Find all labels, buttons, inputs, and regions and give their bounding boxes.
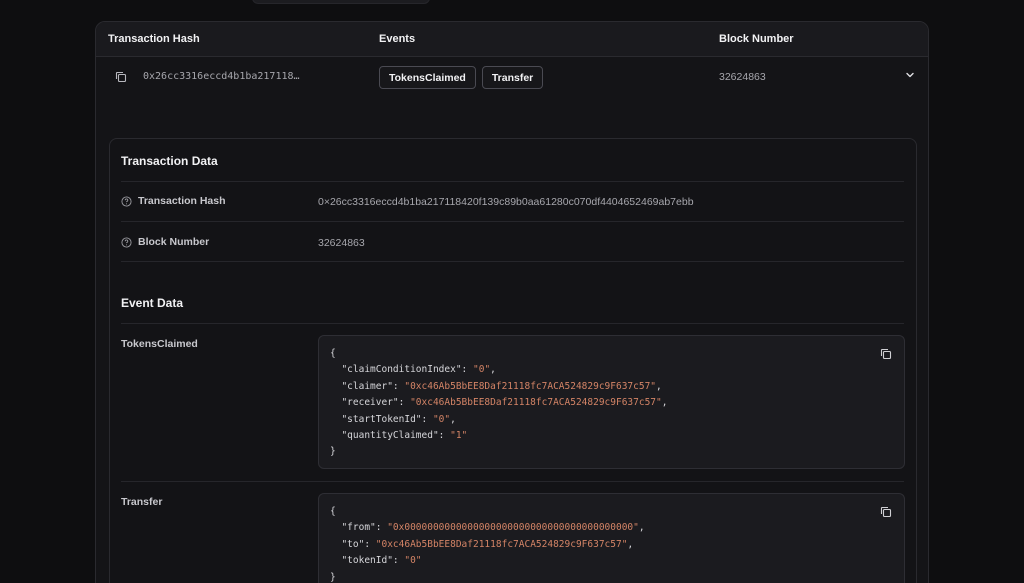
json-value: "0xc46Ab5BbEE8Daf21118fc7ACA524829c9F637… bbox=[375, 538, 628, 550]
event-tag-tokensclaimed[interactable]: TokensClaimed bbox=[379, 66, 476, 89]
json-value: "0" bbox=[432, 413, 451, 425]
json-value: "0" bbox=[404, 555, 422, 567]
transaction-details-panel: Transaction Data Transaction Hash 0×26cc… bbox=[109, 138, 917, 583]
divider bbox=[121, 323, 904, 324]
copy-icon[interactable] bbox=[880, 506, 892, 518]
json-line: "startTokenId": "0", bbox=[330, 413, 456, 425]
json-key: "startTokenId": bbox=[330, 413, 433, 425]
help-circle-icon bbox=[121, 195, 132, 207]
transaction-hash-short: 0x26cc3316eccd4b1ba217118… bbox=[143, 71, 300, 82]
json-value: "0x0000000000000000000000000000000000000… bbox=[387, 522, 639, 534]
json-value: "0xc46Ab5BbEE8Daf21118fc7ACA524829c9F637… bbox=[410, 397, 662, 409]
json-line: "claimConditionIndex": "0", bbox=[330, 364, 496, 376]
json-key: "from": bbox=[330, 522, 388, 534]
json-key: "claimConditionIndex": bbox=[330, 364, 473, 376]
help-circle-icon bbox=[121, 236, 132, 248]
top-input-stub bbox=[252, 0, 430, 4]
column-header-events: Events bbox=[379, 33, 416, 45]
column-header-hash: Transaction Hash bbox=[108, 33, 200, 45]
json-line: "tokenId": "0" bbox=[330, 553, 893, 569]
json-key: "receiver": bbox=[330, 397, 411, 409]
json-value: "0xc46Ab5BbEE8Daf21118fc7ACA524829c9F637… bbox=[404, 380, 657, 392]
json-close-brace: } bbox=[330, 446, 336, 458]
event-json-tokensclaimed: { "claimConditionIndex": "0", "claimer":… bbox=[318, 335, 905, 469]
block-number-value: 32624863 bbox=[318, 237, 365, 249]
json-open-brace: { bbox=[330, 506, 336, 517]
copy-icon[interactable] bbox=[115, 71, 127, 83]
block-number: 32624863 bbox=[719, 71, 766, 83]
table-row[interactable]: 0x26cc3316eccd4b1ba217118… TokensClaimed… bbox=[96, 57, 928, 583]
field-label-block-number: Block Number bbox=[121, 236, 209, 248]
json-key: "tokenId": bbox=[330, 555, 405, 567]
divider bbox=[121, 481, 904, 482]
transaction-data-title: Transaction Data bbox=[121, 154, 218, 168]
json-open-brace: { bbox=[330, 348, 336, 359]
field-label-transaction-hash: Transaction Hash bbox=[121, 195, 226, 207]
divider bbox=[121, 221, 904, 222]
transaction-hash-full: 0×26cc3316eccd4b1ba217118420f139c89b0aa6… bbox=[318, 196, 694, 208]
event-data-title: Event Data bbox=[121, 296, 184, 310]
event-name-transfer: Transfer bbox=[121, 496, 163, 508]
json-line: "quantityClaimed": "1" bbox=[330, 428, 893, 444]
json-close-brace: } bbox=[330, 571, 336, 583]
json-line: "from": "0x00000000000000000000000000000… bbox=[330, 522, 645, 534]
event-name-tokensclaimed: TokensClaimed bbox=[121, 338, 198, 350]
column-header-block: Block Number bbox=[719, 33, 794, 45]
json-line: "to": "0xc46Ab5BbEE8Daf21118fc7ACA524829… bbox=[330, 538, 634, 550]
json-key: "claimer": bbox=[330, 380, 405, 392]
json-line: "claimer": "0xc46Ab5BbEE8Daf21118fc7ACA5… bbox=[330, 380, 662, 392]
json-key: "to": bbox=[330, 538, 376, 550]
json-value: "1" bbox=[450, 430, 468, 442]
event-json-transfer: { "from": "0x000000000000000000000000000… bbox=[318, 493, 905, 583]
event-tag-transfer[interactable]: Transfer bbox=[481, 66, 544, 89]
copy-icon[interactable] bbox=[880, 348, 892, 360]
json-key: "quantityClaimed": bbox=[330, 430, 451, 442]
event-tags: TokensClaimed Transfer bbox=[379, 66, 544, 89]
json-value: "0" bbox=[473, 364, 491, 376]
json-line: "receiver": "0xc46Ab5BbEE8Daf21118fc7ACA… bbox=[330, 397, 668, 409]
chevron-down-icon[interactable] bbox=[904, 69, 916, 81]
table-header: Transaction Hash Events Block Number bbox=[96, 22, 928, 57]
divider bbox=[121, 261, 904, 262]
transactions-table: Transaction Hash Events Block Number 0x2… bbox=[95, 21, 929, 583]
divider bbox=[121, 181, 904, 182]
